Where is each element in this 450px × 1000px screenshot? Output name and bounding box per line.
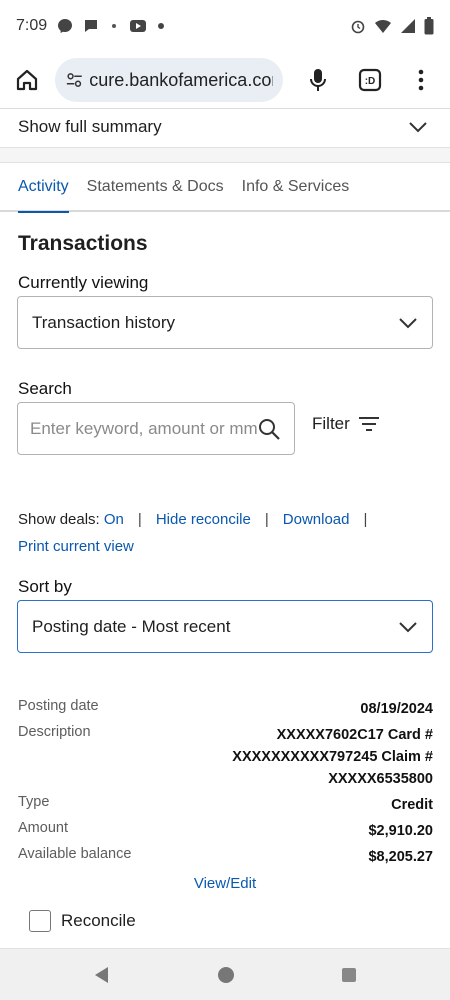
tab-activity[interactable]: Activity — [18, 163, 79, 213]
available-balance-value: $8,205.27 — [368, 849, 433, 865]
filter-button[interactable]: Filter — [312, 414, 380, 434]
available-balance-row: Available balance $8,205.27 — [18, 846, 433, 868]
filter-label: Filter — [312, 414, 350, 433]
posting-date-value: 08/19/2024 — [360, 701, 433, 717]
description-label: Description — [18, 724, 91, 740]
search-icon[interactable] — [258, 418, 280, 440]
show-deals-on-link[interactable]: On — [104, 511, 124, 528]
sort-by-value: Posting date - Most recent — [32, 616, 231, 636]
home-icon — [17, 69, 38, 91]
link-separator: | — [264, 511, 269, 528]
chevron-down-icon — [399, 317, 417, 328]
account-action-links: Show deals: On | Hide reconcile | Download | … — [18, 506, 438, 560]
home-nav-icon[interactable] — [216, 965, 236, 985]
messenger-icon — [58, 19, 73, 33]
chat-icon — [85, 20, 98, 32]
view-edit-label[interactable]: View/Edit — [194, 875, 256, 892]
sort-by-select[interactable]: Posting date - Most recent — [17, 600, 433, 653]
notification-dot-icon — [158, 23, 165, 29]
summary-label: Show full summary — [18, 117, 162, 136]
account-tabs: Activity Statements & Docs Info & Servic… — [0, 163, 450, 213]
tab-info-services[interactable]: Info & Services — [242, 163, 360, 211]
amount-value: $2,910.20 — [368, 823, 433, 839]
status-time: 7:09 — [16, 17, 48, 34]
mic-icon — [309, 69, 326, 91]
url-text: cure.bankofamerica.com — [89, 69, 273, 90]
browser-toolbar: cure.bankofamerica.com :D — [0, 52, 450, 108]
reconcile-label: Reconcile — [61, 911, 136, 930]
reconcile-checkbox[interactable] — [29, 910, 51, 932]
currently-viewing-label: Currently viewing — [18, 273, 149, 292]
battery-icon — [424, 17, 434, 35]
show-deals-label: Show deals: — [18, 511, 100, 528]
description-line: XXXXXXXXXX797245 Claim # — [232, 749, 433, 765]
hide-reconcile-link[interactable]: Hide reconcile — [156, 511, 251, 528]
tab-statements-docs[interactable]: Statements & Docs — [87, 163, 234, 211]
posting-date-label: Posting date — [18, 698, 99, 714]
signal-icon — [401, 19, 415, 33]
recents-icon[interactable] — [340, 966, 358, 984]
type-label: Type — [18, 794, 50, 810]
address-bar[interactable]: cure.bankofamerica.com — [54, 58, 283, 102]
description-line: XXXXX6535800 — [328, 771, 433, 787]
svg-text::D: :D — [365, 76, 376, 87]
link-separator: | — [363, 511, 368, 528]
search-label: Search — [18, 379, 72, 398]
available-balance-label: Available balance — [18, 846, 132, 862]
chevron-down-icon — [409, 122, 427, 133]
show-full-summary-toggle[interactable]: Show full summary — [0, 108, 450, 146]
type-value: Credit — [391, 797, 433, 813]
view-edit-link[interactable]: View/Edit — [0, 875, 450, 892]
amount-label: Amount — [18, 820, 68, 836]
search-input[interactable] — [30, 418, 258, 439]
dots-icon — [112, 24, 117, 28]
transactions-heading: Transactions — [18, 232, 148, 255]
overflow-menu-button[interactable] — [402, 60, 441, 100]
overflow-menu-icon — [418, 69, 424, 91]
reconcile-control[interactable]: Reconcile — [29, 910, 136, 932]
system-nav-bar — [0, 948, 450, 1000]
site-settings-icon[interactable] — [65, 70, 84, 90]
alarm-icon — [351, 20, 365, 34]
chevron-down-icon — [399, 621, 417, 632]
search-field — [17, 402, 295, 455]
voice-search-button[interactable] — [299, 60, 338, 100]
currently-viewing-select[interactable]: Transaction history — [17, 296, 433, 349]
section-gap — [0, 147, 450, 163]
type-row: Type Credit — [18, 794, 433, 816]
youtube-icon — [130, 20, 147, 32]
posting-date-row: Posting date 08/19/2024 — [18, 698, 433, 720]
wifi-icon — [375, 19, 391, 33]
link-separator: | — [137, 511, 142, 528]
download-link[interactable]: Download — [283, 511, 350, 528]
tab-switcher-button[interactable]: :D — [351, 60, 390, 100]
sort-by-label: Sort by — [18, 577, 72, 596]
status-bar: 7:09 — [0, 0, 450, 52]
currently-viewing-value: Transaction history — [32, 312, 175, 332]
print-current-view-link[interactable]: Print current view — [18, 538, 134, 555]
description-line: XXXXX7602C17 Card # — [276, 727, 433, 743]
filter-icon — [358, 417, 379, 431]
description-row: Description XXXXX7602C17 Card # XXXXXXXX… — [18, 724, 433, 792]
home-button[interactable] — [10, 62, 45, 98]
back-icon[interactable] — [92, 965, 112, 985]
tab-switcher-icon: :D — [359, 68, 382, 92]
amount-row: Amount $2,910.20 — [18, 820, 433, 842]
